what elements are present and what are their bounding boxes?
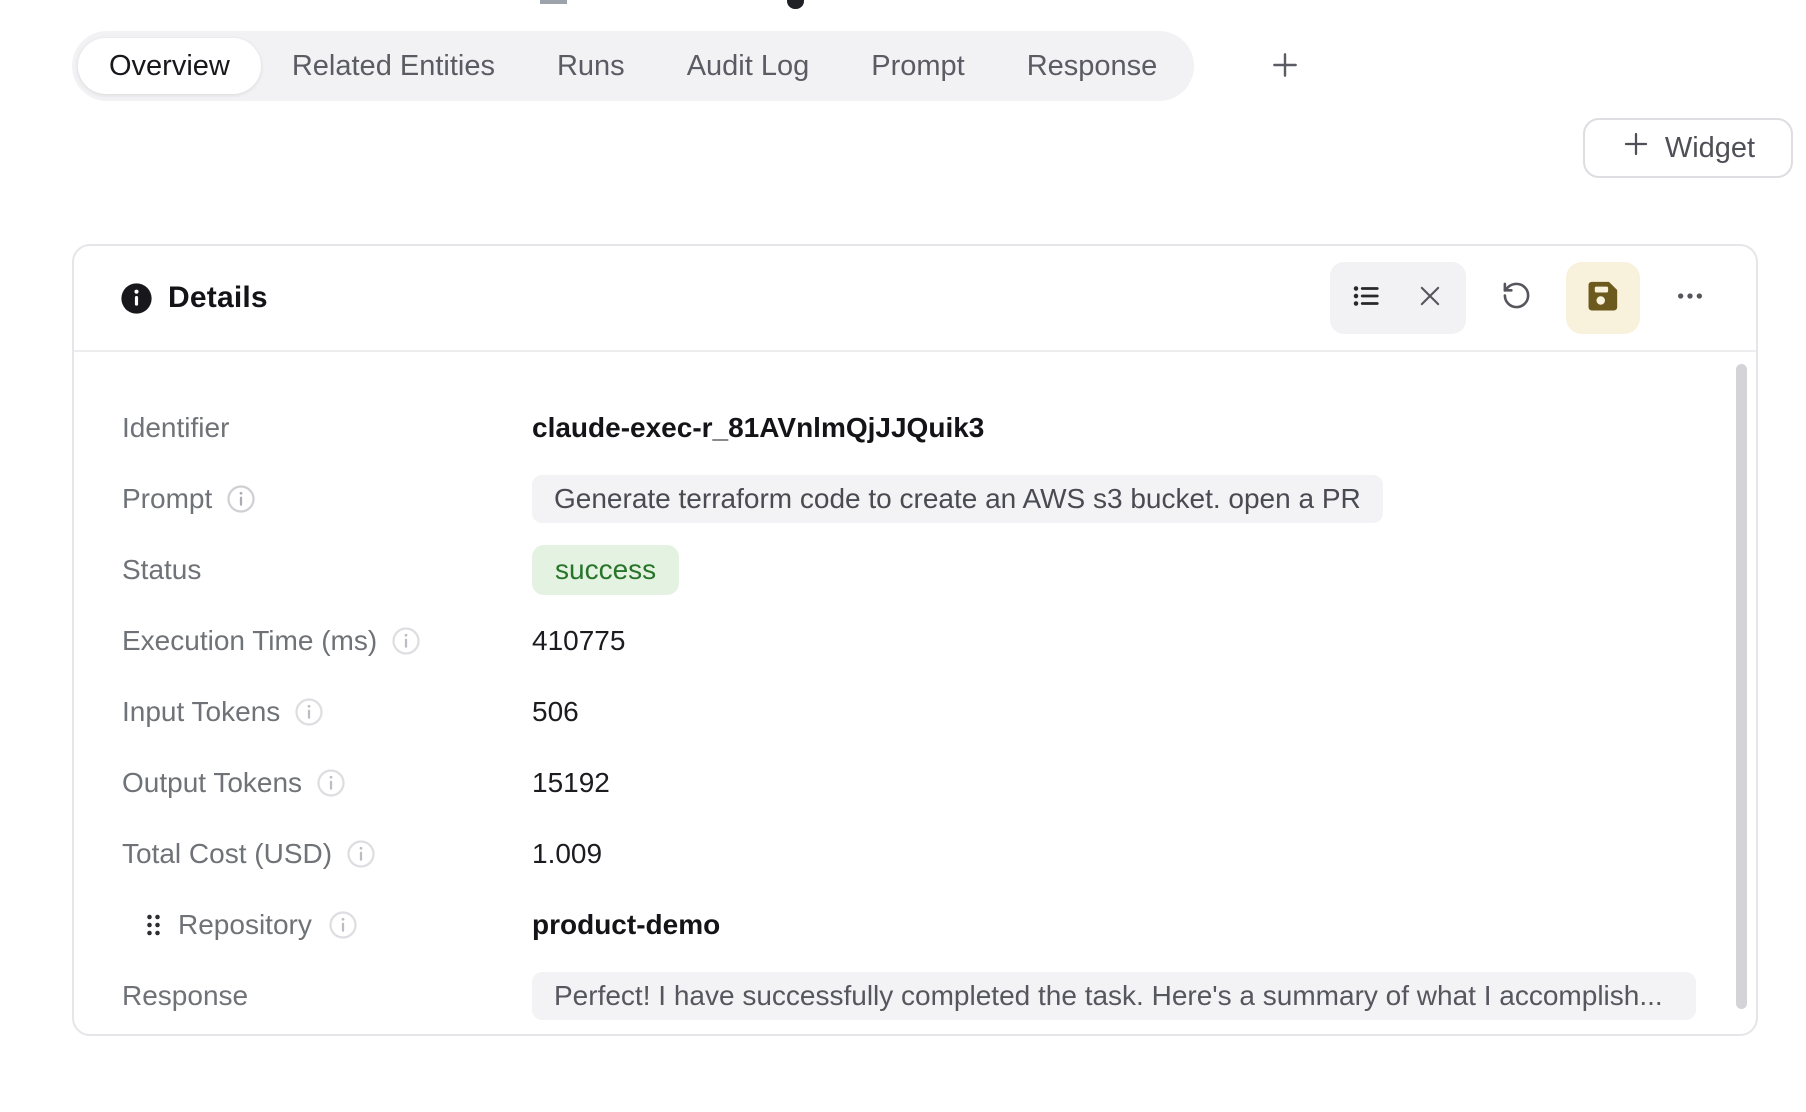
tab-runs[interactable]: Runs [526, 38, 656, 94]
tab-related-entities[interactable]: Related Entities [261, 38, 526, 94]
field-label: Status [122, 554, 201, 586]
field-label: Input Tokens [122, 696, 280, 728]
response-value[interactable]: Perfect! I have successfully completed t… [532, 972, 1696, 1020]
field-row-input-tokens: Input Tokens 506 [122, 676, 1696, 747]
list-icon [1351, 281, 1381, 316]
field-row-repository: Repository product-demo [122, 889, 1696, 960]
field-label: Identifier [122, 412, 229, 444]
card-toolbar [1330, 262, 1718, 334]
info-icon[interactable] [328, 910, 358, 940]
undo-button[interactable] [1488, 270, 1544, 326]
tab-response[interactable]: Response [996, 38, 1189, 94]
add-widget-label: Widget [1665, 132, 1755, 165]
field-row-execution-time: Execution Time (ms) 410775 [122, 605, 1696, 676]
repository-value: product-demo [532, 909, 720, 941]
save-button[interactable] [1566, 262, 1640, 334]
close-button[interactable] [1402, 270, 1458, 326]
field-row-response: Response Perfect! I have successfully co… [122, 960, 1696, 1031]
identifier-value: claude-exec-r_81AVnlmQjJJQuik3 [532, 412, 984, 444]
field-row-prompt: Prompt Generate terraform code to create… [122, 463, 1696, 534]
cropped-page-title-fragment [787, 0, 804, 9]
field-label: Prompt [122, 483, 212, 515]
info-filled-icon [120, 282, 153, 315]
drag-handle-icon[interactable] [145, 913, 162, 937]
card-scrollbar[interactable] [1736, 364, 1747, 1009]
add-widget-button[interactable]: Widget [1583, 118, 1793, 178]
info-icon[interactable] [226, 484, 256, 514]
plus-icon [1621, 129, 1651, 167]
tab-overview[interactable]: Overview [78, 38, 261, 94]
field-row-output-tokens: Output Tokens 15192 [122, 747, 1696, 818]
undo-icon [1501, 280, 1532, 316]
field-label: Total Cost (USD) [122, 838, 332, 870]
details-card: Details [72, 244, 1758, 1036]
plus-icon [1269, 49, 1301, 86]
close-icon [1416, 282, 1444, 315]
more-options-button[interactable] [1662, 270, 1718, 326]
list-view-button[interactable] [1338, 270, 1394, 326]
field-label: Execution Time (ms) [122, 625, 377, 657]
tab-audit-log[interactable]: Audit Log [656, 38, 841, 94]
status-badge: success [532, 545, 679, 595]
execution-time-value: 410775 [532, 625, 625, 657]
cropped-page-title-fragment [540, 0, 567, 4]
ellipsis-icon [1674, 280, 1706, 317]
field-label: Response [122, 980, 248, 1012]
input-tokens-value: 506 [532, 696, 579, 728]
tab-prompt[interactable]: Prompt [840, 38, 995, 94]
view-toggle-group [1330, 262, 1466, 334]
field-row-identifier: Identifier claude-exec-r_81AVnlmQjJJQuik… [122, 392, 1696, 463]
details-card-header: Details [74, 246, 1756, 352]
add-tab-button[interactable] [1262, 44, 1308, 90]
info-icon[interactable] [316, 768, 346, 798]
field-label: Repository [178, 909, 312, 941]
field-row-status: Status success [122, 534, 1696, 605]
info-icon[interactable] [294, 697, 324, 727]
prompt-value[interactable]: Generate terraform code to create an AWS… [532, 475, 1383, 523]
card-title: Details [168, 281, 268, 315]
field-label: Output Tokens [122, 767, 302, 799]
info-icon[interactable] [391, 626, 421, 656]
total-cost-value: 1.009 [532, 838, 602, 870]
info-icon[interactable] [346, 839, 376, 869]
details-field-list: Identifier claude-exec-r_81AVnlmQjJJQuik… [74, 352, 1756, 1031]
tab-bar: Overview Related Entities Runs Audit Log… [72, 31, 1194, 101]
save-icon [1586, 279, 1620, 318]
output-tokens-value: 15192 [532, 767, 610, 799]
page: { "tabs": { "items": [ {"label": "Overvi… [0, 0, 1806, 1112]
field-row-total-cost: Total Cost (USD) 1.009 [122, 818, 1696, 889]
